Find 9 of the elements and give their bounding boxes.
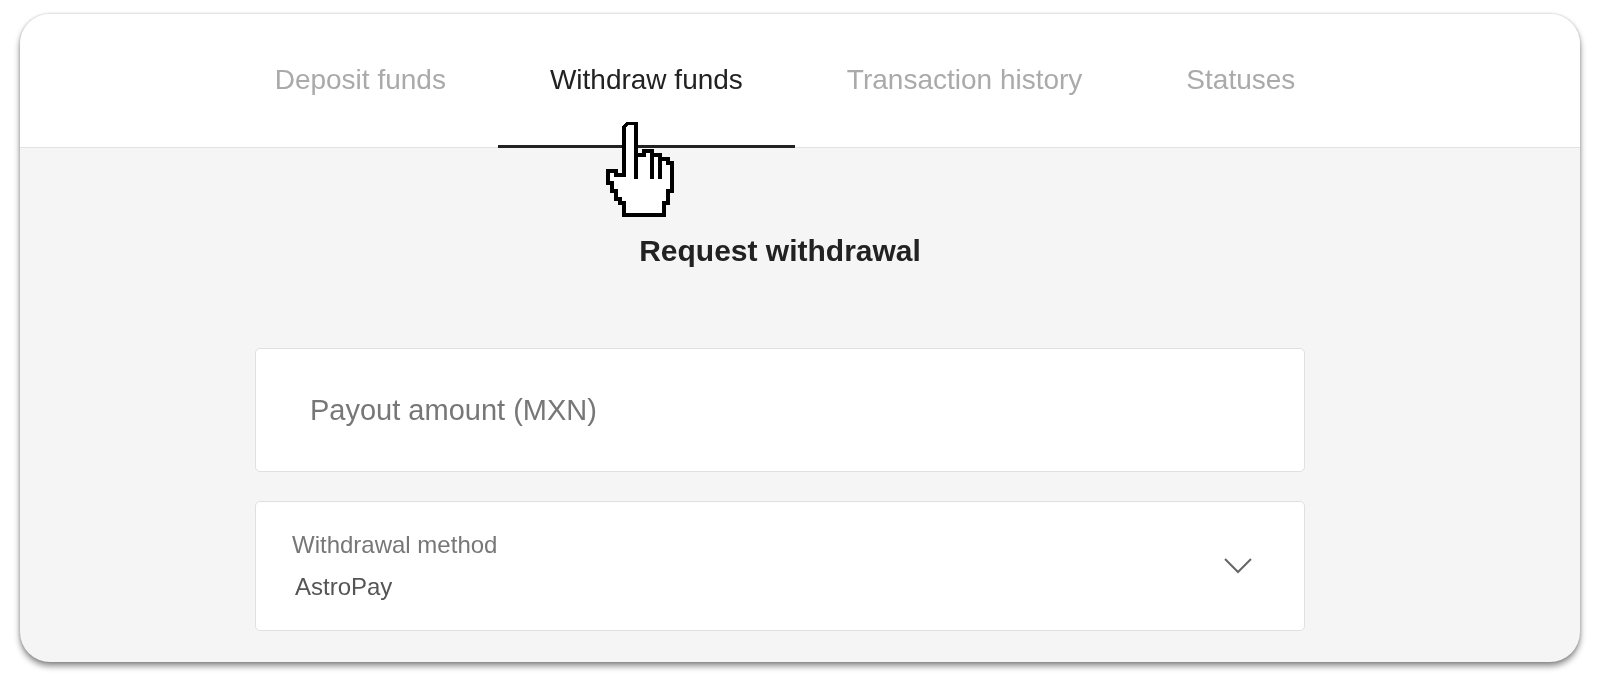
field-value: AstroPay xyxy=(294,573,394,601)
field-label: Withdrawal method xyxy=(292,531,498,559)
amount-field[interactable]: Payout amount (MXN) xyxy=(255,348,1305,472)
method-select[interactable]: Withdrawal method AstroPay xyxy=(255,501,1305,631)
tab[interactable]: Transaction history xyxy=(794,14,1135,148)
form-title: Request withdrawal xyxy=(639,234,921,268)
chevron-down-icon xyxy=(1224,558,1252,574)
tab[interactable]: Statuses xyxy=(1134,14,1348,148)
tab[interactable]: Deposit funds xyxy=(222,14,498,148)
